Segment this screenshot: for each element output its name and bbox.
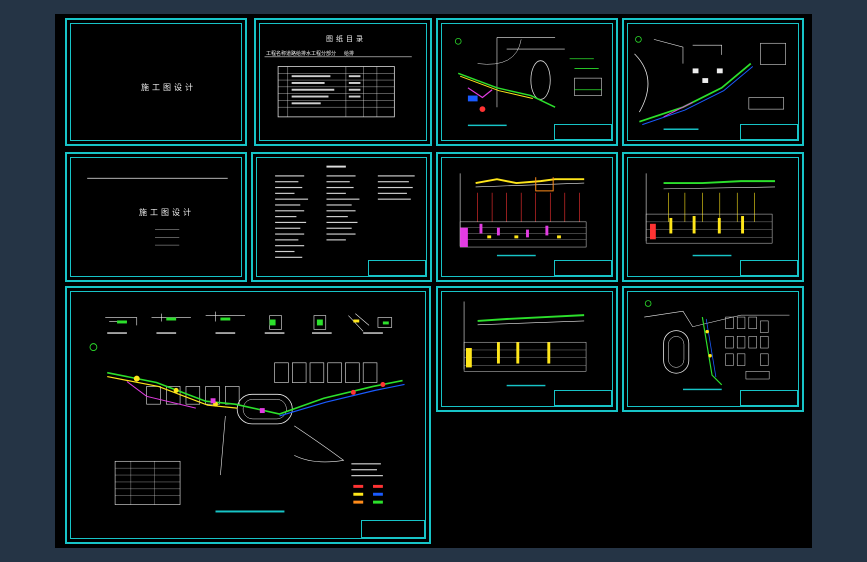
sheet-plan-2[interactable]: [622, 18, 804, 146]
index-table: [264, 56, 412, 118]
sheet-site-plan[interactable]: [622, 286, 804, 412]
sheet-profile-1[interactable]: [436, 152, 618, 282]
title-block: [554, 124, 612, 140]
sheet-index[interactable]: 图纸目录 工程名称 道路给排水工程 分部分 给排: [254, 18, 432, 146]
title-block: [740, 124, 798, 140]
title-block: [368, 260, 426, 276]
title-block: [361, 520, 425, 538]
title-block: [554, 260, 612, 276]
drawing-canvas[interactable]: 施工图设计 图纸目录 工程名称 道路给排水工程 分部分 给排 施工图设计: [55, 14, 812, 548]
cover-title: 施工图设计: [141, 83, 196, 92]
sheet-cover-2[interactable]: 施工图设计: [65, 152, 247, 282]
title-block: [554, 390, 612, 406]
cover2-title: 施工图设计: [139, 208, 194, 217]
title-block: [740, 390, 798, 406]
sheet-plan-1[interactable]: [436, 18, 618, 146]
title-block: [740, 260, 798, 276]
sheet-notes[interactable]: [251, 152, 432, 282]
sheet-cover[interactable]: 施工图设计: [65, 18, 247, 146]
sheet-profile-3[interactable]: [436, 286, 618, 412]
sheet-general-plan[interactable]: [65, 286, 431, 544]
general-plan-drawing: [89, 311, 405, 513]
sheet-profile-2[interactable]: [622, 152, 804, 282]
